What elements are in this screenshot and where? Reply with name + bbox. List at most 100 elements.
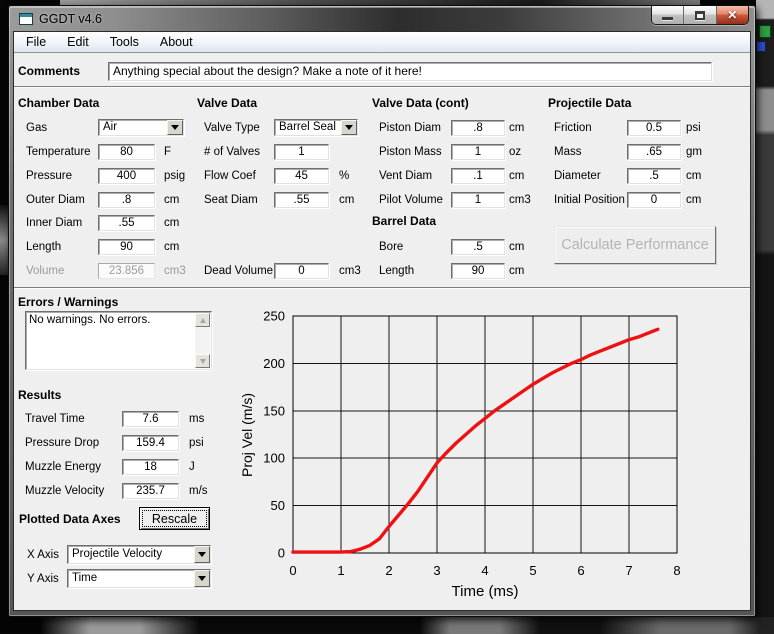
- piston-mass-label: Piston Mass: [379, 144, 442, 160]
- muzzle-energy-output: 18: [122, 459, 179, 475]
- window-title: GGDT v4.6: [39, 12, 102, 26]
- gas-value: Air: [103, 121, 117, 133]
- title-bar[interactable]: GGDT v4.6: [10, 7, 754, 31]
- y-axis-dropdown-button[interactable]: [194, 570, 210, 587]
- bore-unit: cm: [509, 239, 524, 255]
- piston-mass-unit: oz: [509, 144, 521, 160]
- close-button[interactable]: ✕: [717, 6, 748, 24]
- temperature-label: Temperature: [26, 144, 91, 160]
- barrel-length-input[interactable]: 90: [451, 263, 505, 279]
- minimize-button[interactable]: [652, 6, 684, 24]
- piston-diam-input[interactable]: .8: [451, 120, 505, 136]
- pressure-input[interactable]: 400: [98, 168, 155, 184]
- desktop-background: [0, 617, 774, 634]
- x-tick-label: 2: [385, 563, 392, 578]
- errors-text: No warnings. No errors.: [29, 314, 150, 326]
- scroll-down-button[interactable]: [195, 354, 210, 368]
- outer-diam-input[interactable]: .8: [98, 192, 155, 208]
- y-axis-value: Time: [72, 572, 97, 584]
- chamber-length-label: Length: [26, 239, 61, 255]
- muzzle-velocity-output: 235.7: [122, 483, 179, 499]
- diameter-label: Diameter: [554, 168, 601, 184]
- mass-input[interactable]: .65: [627, 144, 681, 160]
- muzzle-velocity-label: Muzzle Velocity: [25, 483, 104, 499]
- y-axis-select[interactable]: Time: [67, 569, 211, 588]
- scroll-up-icon: [200, 318, 206, 323]
- pressure-drop-unit: psi: [189, 435, 204, 451]
- form-area: Comments Anything special about the desi…: [14, 54, 750, 610]
- chamber-length-unit: cm: [164, 239, 179, 255]
- vent-diam-input[interactable]: .1: [451, 168, 505, 184]
- x-axis-select[interactable]: Projectile Velocity: [67, 545, 211, 564]
- maximize-button[interactable]: [684, 6, 716, 24]
- menu-about[interactable]: About: [152, 33, 201, 51]
- x-axis-label: X Axis: [27, 547, 59, 563]
- muzzle-energy-unit: J: [189, 459, 195, 475]
- inner-diam-input[interactable]: .55: [98, 215, 155, 231]
- chart-xlabel: Time (ms): [452, 583, 519, 600]
- desktop: GGDT v4.6 ✕ File Edit Tools About Commen…: [0, 0, 774, 634]
- y-tick-label: 0: [278, 546, 285, 561]
- results-title: Results: [18, 387, 61, 403]
- caption-buttons: ✕: [651, 6, 749, 25]
- performance-chart: 012345678050100150200250Time (ms)Proj Ve…: [241, 301, 701, 601]
- friction-unit: psi: [686, 120, 701, 136]
- menu-edit[interactable]: Edit: [59, 33, 97, 51]
- pilot-volume-label: Pilot Volume: [379, 192, 443, 208]
- pilot-volume-unit: cm3: [509, 192, 531, 208]
- muzzle-velocity-unit: m/s: [189, 483, 208, 499]
- outer-diam-label: Outer Diam: [26, 192, 85, 208]
- num-valves-label: # of Valves: [204, 144, 260, 160]
- desktop-icon[interactable]: [757, 42, 765, 51]
- diameter-input[interactable]: .5: [627, 168, 681, 184]
- travel-time-output: 7.6: [122, 411, 179, 427]
- errors-textarea[interactable]: No warnings. No errors.: [25, 311, 212, 370]
- flow-coef-input[interactable]: 45: [274, 168, 329, 184]
- valve-data-cont-title: Valve Data (cont): [372, 95, 469, 111]
- chart-ylabel: Proj Vel (m/s): [241, 393, 255, 477]
- pilot-volume-input[interactable]: 1: [451, 192, 505, 208]
- desktop-background: [0, 205, 8, 275]
- x-tick-label: 6: [577, 563, 584, 578]
- desktop-background: [756, 0, 774, 634]
- chamber-data-title: Chamber Data: [18, 95, 99, 111]
- maximize-icon: [695, 11, 705, 20]
- valve-type-select[interactable]: Barrel Seal: [274, 119, 358, 136]
- x-tick-label: 4: [481, 563, 488, 578]
- menu-tools[interactable]: Tools: [102, 33, 147, 51]
- x-tick-label: 5: [529, 563, 536, 578]
- valve-type-dropdown-button[interactable]: [341, 120, 357, 135]
- valve-data-title: Valve Data: [197, 95, 257, 111]
- gas-select[interactable]: Air: [98, 119, 184, 136]
- initial-position-input[interactable]: 0: [627, 192, 681, 208]
- mass-label: Mass: [554, 144, 581, 160]
- desktop-icon[interactable]: [759, 25, 771, 38]
- projectile-data-title: Projectile Data: [548, 95, 631, 111]
- client-area: File Edit Tools About Comments Anything …: [13, 31, 751, 611]
- flow-coef-label: Flow Coef: [204, 168, 256, 184]
- seat-diam-unit: cm: [339, 192, 354, 208]
- pressure-drop-output: 159.4: [122, 435, 179, 451]
- muzzle-energy-label: Muzzle Energy: [25, 459, 101, 475]
- bore-input[interactable]: .5: [451, 239, 505, 255]
- dead-volume-input[interactable]: 0: [274, 263, 329, 279]
- x-axis-dropdown-button[interactable]: [194, 546, 210, 563]
- x-tick-label: 0: [289, 563, 296, 578]
- rescale-button[interactable]: Rescale: [139, 507, 210, 530]
- chevron-down-icon: [345, 125, 353, 130]
- scroll-up-button[interactable]: [195, 313, 210, 327]
- seat-diam-input[interactable]: .55: [274, 192, 329, 208]
- calculate-performance-button[interactable]: Calculate Performance: [554, 226, 716, 264]
- num-valves-input[interactable]: 1: [274, 144, 329, 160]
- menu-file[interactable]: File: [18, 33, 54, 51]
- gas-dropdown-button[interactable]: [167, 120, 183, 135]
- temperature-input[interactable]: 80: [98, 144, 155, 160]
- friction-input[interactable]: 0.5: [627, 120, 681, 136]
- volume-unit: cm3: [164, 263, 186, 279]
- scrollbar[interactable]: [195, 313, 210, 368]
- comments-input[interactable]: Anything special about the design? Make …: [108, 62, 712, 81]
- chamber-length-input[interactable]: 90: [98, 239, 155, 255]
- volume-output: 23.856: [98, 263, 155, 279]
- piston-mass-input[interactable]: 1: [451, 144, 505, 160]
- scroll-down-icon: [200, 359, 206, 364]
